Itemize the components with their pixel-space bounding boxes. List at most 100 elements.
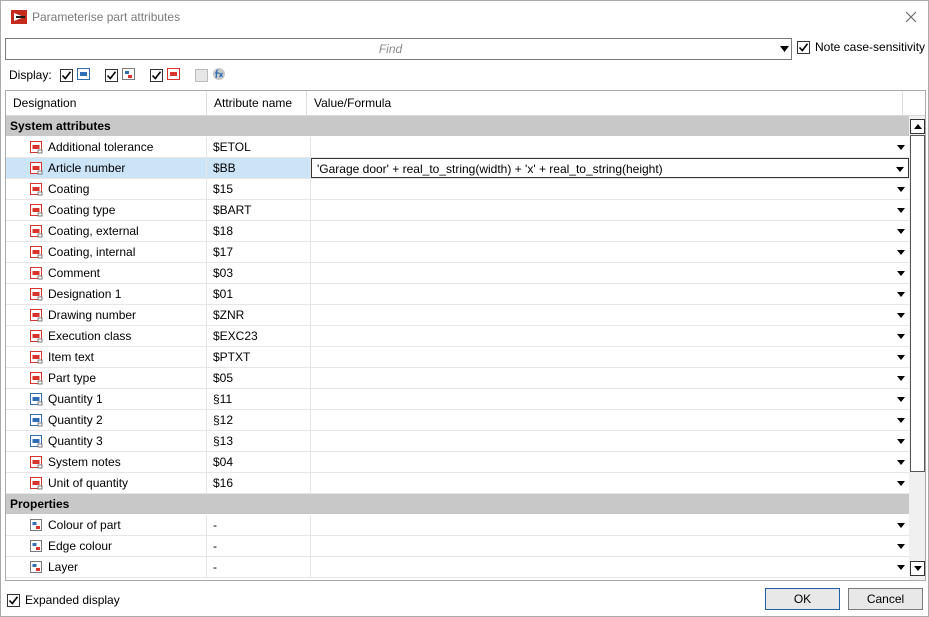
table-row[interactable]: System notes $04 — [6, 452, 909, 473]
designation-cell[interactable]: Quantity 3 — [6, 431, 207, 451]
value-formula-cell[interactable] — [311, 305, 909, 325]
value-formula-cell[interactable] — [311, 242, 909, 262]
attribute-name-cell[interactable]: $ETOL — [207, 137, 311, 157]
note-case-sensitivity[interactable]: Note case-sensitivity — [797, 40, 925, 54]
value-formula-cell[interactable] — [311, 137, 909, 157]
column-header-designation[interactable]: Designation — [6, 91, 207, 116]
table-row[interactable]: Edge colour - — [6, 536, 909, 557]
value-formula-cell[interactable] — [311, 410, 909, 430]
table-row[interactable]: Part type $05 — [6, 368, 909, 389]
table-row[interactable]: Quantity 2 §12 — [6, 410, 909, 431]
value-dropdown-button[interactable] — [895, 518, 907, 532]
attribute-name-cell[interactable]: §13 — [207, 431, 311, 451]
scroll-down-button[interactable] — [910, 561, 925, 576]
attribute-name-cell[interactable]: - — [207, 536, 311, 556]
attribute-name-cell[interactable]: $EXC23 — [207, 326, 311, 346]
value-formula-cell[interactable] — [311, 536, 909, 556]
scroll-up-button[interactable] — [910, 119, 925, 134]
column-header-attribute-name[interactable]: Attribute name — [207, 91, 307, 116]
table-row[interactable]: Coating, internal $17 — [6, 242, 909, 263]
value-dropdown-button[interactable] — [894, 162, 906, 176]
display-filter-text[interactable] — [149, 67, 181, 84]
attribute-name-cell[interactable]: - — [207, 515, 311, 535]
value-formula-cell[interactable] — [311, 347, 909, 367]
column-header-value-formula[interactable]: Value/Formula — [307, 91, 903, 116]
vertical-scrollbar[interactable] — [909, 116, 925, 580]
attribute-name-cell[interactable]: - — [207, 557, 311, 577]
table-row[interactable]: Coating $15 — [6, 179, 909, 200]
expanded-display-toggle[interactable]: Expanded display — [7, 593, 120, 607]
attribute-name-cell[interactable]: $BB — [207, 158, 311, 178]
designation-cell[interactable]: Quantity 1 — [6, 389, 207, 409]
designation-cell[interactable]: Unit of quantity — [6, 473, 207, 493]
designation-cell[interactable]: Coating, internal — [6, 242, 207, 262]
filter-number-checkbox[interactable] — [59, 68, 73, 82]
designation-cell[interactable]: Quantity 2 — [6, 410, 207, 430]
note-case-checkbox[interactable] — [797, 40, 810, 54]
table-row[interactable]: Drawing number $ZNR — [6, 305, 909, 326]
value-formula-cell[interactable] — [311, 557, 909, 577]
value-formula-cell[interactable] — [311, 326, 909, 346]
expanded-display-checkbox[interactable] — [7, 593, 20, 607]
designation-cell[interactable]: Part type — [6, 368, 207, 388]
designation-cell[interactable]: Coating, external — [6, 221, 207, 241]
designation-cell[interactable]: Article number — [6, 158, 207, 178]
value-dropdown-button[interactable] — [895, 455, 907, 469]
value-dropdown-button[interactable] — [895, 350, 907, 364]
designation-cell[interactable]: Designation 1 — [6, 284, 207, 304]
value-formula-cell[interactable] — [311, 179, 909, 199]
table-row[interactable]: Quantity 3 §13 — [6, 431, 909, 452]
find-input[interactable] — [8, 40, 773, 58]
value-dropdown-button[interactable] — [895, 392, 907, 406]
table-row[interactable]: Comment $03 — [6, 263, 909, 284]
value-dropdown-button[interactable] — [895, 203, 907, 217]
attribute-name-cell[interactable]: $PTXT — [207, 347, 311, 367]
value-dropdown-button[interactable] — [895, 371, 907, 385]
value-formula-cell[interactable] — [311, 515, 909, 535]
attribute-name-cell[interactable]: $18 — [207, 221, 311, 241]
table-row[interactable]: Colour of part - — [6, 515, 909, 536]
table-row[interactable]: Designation 1 $01 — [6, 284, 909, 305]
attribute-name-cell[interactable]: $15 — [207, 179, 311, 199]
attribute-name-cell[interactable]: $05 — [207, 368, 311, 388]
attribute-name-cell[interactable]: $01 — [207, 284, 311, 304]
group-header[interactable]: Properties — [6, 494, 909, 515]
value-formula-cell[interactable] — [311, 452, 909, 472]
filter-text-checkbox[interactable] — [149, 68, 163, 82]
value-dropdown-button[interactable] — [895, 308, 907, 322]
designation-cell[interactable]: System notes — [6, 452, 207, 472]
table-row[interactable]: Additional tolerance $ETOL — [6, 137, 909, 158]
table-row[interactable]: Article number $BB 'Garage door' + real_to… — [6, 158, 909, 179]
designation-cell[interactable]: Layer — [6, 557, 207, 577]
filter-list-checkbox[interactable] — [104, 68, 118, 82]
cancel-button[interactable]: Cancel — [848, 588, 923, 610]
value-dropdown-button[interactable] — [895, 476, 907, 490]
designation-cell[interactable]: Item text — [6, 347, 207, 367]
value-formula-cell[interactable] — [311, 431, 909, 451]
value-dropdown-button[interactable] — [895, 413, 907, 427]
designation-cell[interactable]: Coating — [6, 179, 207, 199]
value-dropdown-button[interactable] — [895, 287, 907, 301]
value-dropdown-button[interactable] — [895, 224, 907, 238]
designation-cell[interactable]: Comment — [6, 263, 207, 283]
table-row[interactable]: Quantity 1 §11 — [6, 389, 909, 410]
designation-cell[interactable]: Colour of part — [6, 515, 207, 535]
find-dropdown-button[interactable] — [777, 41, 791, 57]
designation-cell[interactable]: Execution class — [6, 326, 207, 346]
attribute-name-cell[interactable]: §11 — [207, 389, 311, 409]
value-formula-cell[interactable] — [311, 368, 909, 388]
attribute-name-cell[interactable]: $03 — [207, 263, 311, 283]
display-filter-list[interactable] — [104, 67, 136, 84]
value-formula-cell[interactable] — [311, 263, 909, 283]
value-formula-cell[interactable] — [311, 284, 909, 304]
display-filter-number[interactable] — [59, 67, 91, 84]
find-combobox[interactable] — [5, 38, 792, 60]
value-dropdown-button[interactable] — [895, 329, 907, 343]
group-header[interactable]: System attributes — [6, 116, 909, 137]
value-dropdown-button[interactable] — [895, 560, 907, 574]
table-row[interactable]: Execution class $EXC23 — [6, 326, 909, 347]
table-row[interactable]: Coating, external $18 — [6, 221, 909, 242]
designation-cell[interactable]: Edge colour — [6, 536, 207, 556]
value-dropdown-button[interactable] — [895, 245, 907, 259]
attribute-name-cell[interactable]: $ZNR — [207, 305, 311, 325]
